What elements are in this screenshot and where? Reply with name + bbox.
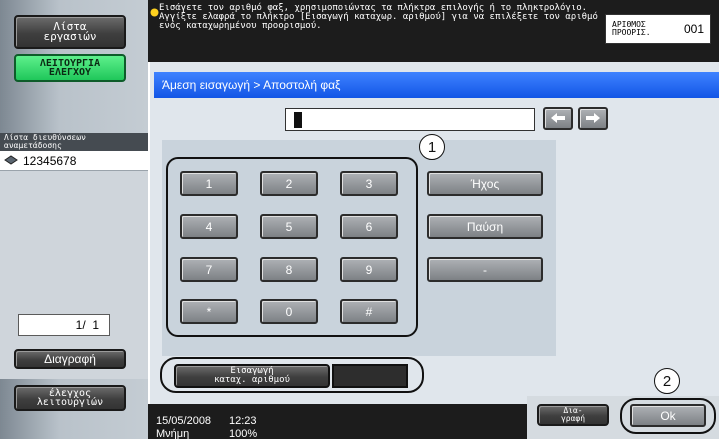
keypad-key[interactable]: 1 bbox=[180, 171, 238, 196]
keypad-key[interactable]: 3 bbox=[340, 171, 398, 196]
keypad-key[interactable]: 4 bbox=[180, 214, 238, 239]
keypad-key[interactable]: 5 bbox=[260, 214, 318, 239]
status-date: 15/05/2008 bbox=[156, 415, 212, 427]
callout-1: 1 bbox=[419, 134, 445, 160]
check-function-button[interactable]: ΛΕΙΤΟΥΡΓΙΑ ΕΛΕΓΧΟΥ bbox=[14, 54, 126, 82]
fax-number-input[interactable] bbox=[285, 108, 535, 131]
job-list-button[interactable]: Λίστα εργασιών bbox=[14, 15, 126, 49]
address-list-title: Λίστα διευθύνσεων αναμετάδοσης bbox=[0, 133, 148, 151]
page-counter: 1/ 1 bbox=[18, 314, 110, 336]
tone-button[interactable]: Ήχος bbox=[427, 171, 543, 196]
registered-number-button[interactable]: Εισαγωγή καταχ. αριθμού bbox=[174, 364, 330, 388]
callout-2: 2 bbox=[654, 368, 680, 394]
keypad-key[interactable]: 2 bbox=[260, 171, 318, 196]
breadcrumb: Άμεση εισαγωγή > Αποστολή φαξ bbox=[154, 72, 719, 98]
address-number: 12345678 bbox=[23, 153, 77, 168]
cursor-right-button[interactable] bbox=[578, 107, 608, 130]
small-delete-button[interactable]: Δια- γραφή bbox=[537, 404, 609, 426]
fax-destination-icon bbox=[4, 152, 18, 170]
keypad-key[interactable]: 9 bbox=[340, 257, 398, 282]
cursor-left-button[interactable] bbox=[543, 107, 573, 130]
check-settings-button[interactable]: έλεγχος λειτουργιών bbox=[14, 385, 126, 411]
keypad-key[interactable]: 0 bbox=[260, 299, 318, 324]
input-cursor bbox=[294, 112, 302, 128]
instruction-message: Εισάγετε τον αριθμό φαξ, χρησιμοποιώντας… bbox=[159, 3, 598, 31]
arrow-right-icon bbox=[586, 112, 600, 126]
registered-number-display bbox=[332, 364, 408, 388]
arrow-left-icon bbox=[551, 112, 565, 126]
delete-button[interactable]: Διαγραφή bbox=[14, 349, 126, 369]
destination-count-value: 001 bbox=[683, 22, 704, 36]
destination-count-box: ΑΡΙΘΜΟΣ ΠΡΟΟΡΙΣ. 001 bbox=[605, 14, 711, 44]
ok-button[interactable]: Ok bbox=[630, 404, 706, 427]
keypad-key[interactable]: * bbox=[180, 299, 238, 324]
pause-button[interactable]: Παύση bbox=[427, 214, 543, 239]
keypad-key[interactable]: 8 bbox=[260, 257, 318, 282]
destination-count-label: ΑΡΙΘΜΟΣ ΠΡΟΟΡΙΣ. bbox=[612, 20, 651, 37]
keypad-key[interactable]: 7 bbox=[180, 257, 238, 282]
keypad-key[interactable]: 6 bbox=[340, 214, 398, 239]
address-list-item[interactable]: 12345678 bbox=[0, 151, 148, 171]
info-bulb-icon bbox=[150, 4, 159, 22]
status-time: 12:23 bbox=[229, 415, 257, 427]
memory-value: 100% bbox=[229, 428, 258, 439]
memory-label: Μνήμη bbox=[156, 428, 190, 439]
keypad-key[interactable]: # bbox=[340, 299, 398, 324]
dash-button[interactable]: - bbox=[427, 257, 543, 282]
